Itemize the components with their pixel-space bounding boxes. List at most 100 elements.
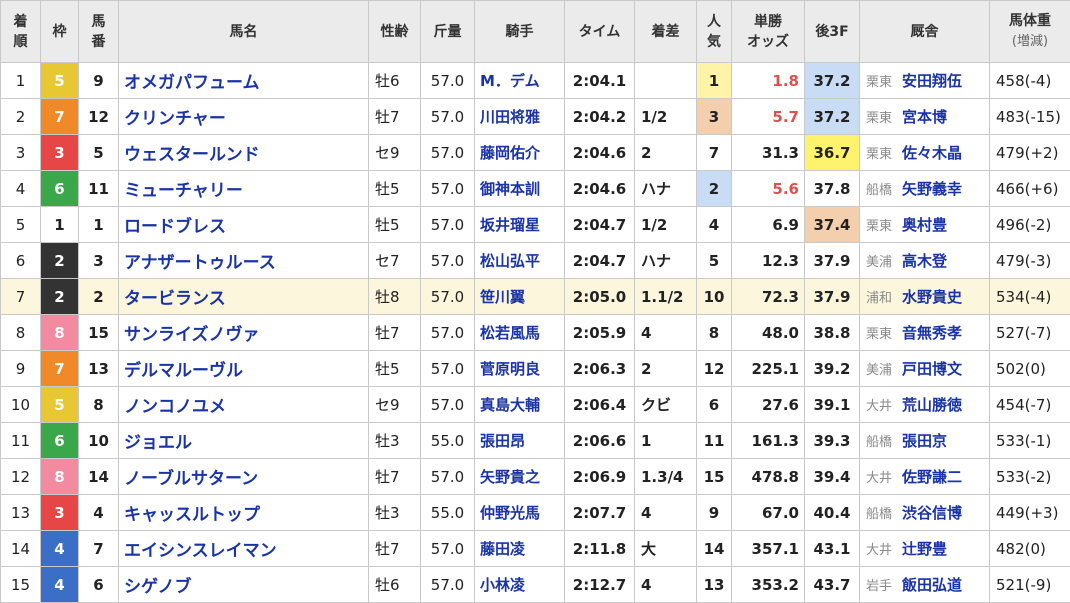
popularity-cell: 11 (697, 423, 732, 459)
horse-name-link[interactable]: ロードブレス (119, 207, 369, 243)
trainer-name-link[interactable]: 音無秀孝 (902, 324, 962, 342)
time-cell: 2:06.9 (565, 459, 635, 495)
jockey-name-link[interactable]: 笹川翼 (475, 279, 565, 315)
header-umaban: 馬番 (79, 1, 119, 63)
margin-cell: 1.3/4 (635, 459, 697, 495)
jockey-name-link[interactable]: 川田将雅 (475, 99, 565, 135)
trainer-name-link[interactable]: 宮本博 (902, 108, 947, 126)
rank-cell: 5 (1, 207, 41, 243)
rank-cell: 13 (1, 495, 41, 531)
rank-cell: 9 (1, 351, 41, 387)
umaban-cell: 1 (79, 207, 119, 243)
time-cell: 2:11.8 (565, 531, 635, 567)
last3f-cell: 37.4 (805, 207, 860, 243)
horse-name-link[interactable]: ノンコノユメ (119, 387, 369, 423)
table-row: 511ロードブレス牡557.0坂井瑠星2:04.71/246.937.4栗東奥村… (1, 207, 1070, 243)
sexage-cell: セ7 (369, 243, 421, 279)
horse-name-link[interactable]: ミューチャリー (119, 171, 369, 207)
waku-cell: 7 (41, 351, 79, 387)
bodyweight-cell: 527(-7) (990, 315, 1070, 351)
umaban-cell: 15 (79, 315, 119, 351)
horse-name-link[interactable]: タービランス (119, 279, 369, 315)
last3f-cell: 37.9 (805, 279, 860, 315)
trainer-name-link[interactable]: 奥村豊 (902, 216, 947, 234)
horse-name-link[interactable]: クリンチャー (119, 99, 369, 135)
weight-cell: 55.0 (421, 495, 475, 531)
trainer-name-link[interactable]: 辻野豊 (902, 540, 947, 558)
weight-cell: 57.0 (421, 99, 475, 135)
umaban-cell: 9 (79, 63, 119, 99)
weight-cell: 57.0 (421, 135, 475, 171)
trainer-name-link[interactable]: 水野貴史 (902, 288, 962, 306)
margin-cell: クビ (635, 387, 697, 423)
horse-name-link[interactable]: アナザートゥルース (119, 243, 369, 279)
header-jockey: 騎手 (475, 1, 565, 63)
popularity-cell: 5 (697, 243, 732, 279)
last3f-cell: 37.2 (805, 99, 860, 135)
sexage-cell: 牡6 (369, 567, 421, 603)
jockey-name-link[interactable]: 藤岡佑介 (475, 135, 565, 171)
popularity-cell: 15 (697, 459, 732, 495)
jockey-name-link[interactable]: 真島大輔 (475, 387, 565, 423)
table-row: 9713デルマルーヴル牡557.0菅原明良2:06.3212225.139.2美… (1, 351, 1070, 387)
jockey-name-link[interactable]: M．デム (475, 63, 565, 99)
stable-region: 大井 (866, 471, 892, 486)
jockey-name-link[interactable]: 松若風馬 (475, 315, 565, 351)
sexage-cell: 牡7 (369, 531, 421, 567)
bodyweight-cell: 521(-9) (990, 567, 1070, 603)
trainer-name-link[interactable]: 飯田弘道 (902, 576, 962, 594)
rank-cell: 2 (1, 99, 41, 135)
last3f-cell: 39.2 (805, 351, 860, 387)
horse-name-link[interactable]: キャッスルトップ (119, 495, 369, 531)
trainer-name-link[interactable]: 荒山勝徳 (902, 396, 962, 414)
popularity-cell: 12 (697, 351, 732, 387)
table-row: 4611ミューチャリー牡557.0御神本訓2:04.6ハナ25.637.8船橋矢… (1, 171, 1070, 207)
rank-cell: 3 (1, 135, 41, 171)
horse-name-link[interactable]: デルマルーヴル (119, 351, 369, 387)
trainer-name-link[interactable]: 高木登 (902, 252, 947, 270)
trainer-name-link[interactable]: 矢野義幸 (902, 180, 962, 198)
popularity-cell: 14 (697, 531, 732, 567)
weight-cell: 57.0 (421, 531, 475, 567)
weight-cell: 57.0 (421, 63, 475, 99)
horse-name-link[interactable]: シゲノブ (119, 567, 369, 603)
jockey-name-link[interactable]: 坂井瑠星 (475, 207, 565, 243)
horse-name-link[interactable]: ジョエル (119, 423, 369, 459)
horse-name-link[interactable]: エイシンスレイマン (119, 531, 369, 567)
stable-region: 栗東 (866, 219, 892, 234)
trainer-name-link[interactable]: 渋谷信博 (902, 504, 962, 522)
time-cell: 2:07.7 (565, 495, 635, 531)
jockey-name-link[interactable]: 小林凌 (475, 567, 565, 603)
trainer-name-link[interactable]: 戸田博文 (902, 360, 962, 378)
waku-cell: 4 (41, 531, 79, 567)
stable-cell: 岩手飯田弘道 (860, 567, 990, 603)
margin-cell: 4 (635, 495, 697, 531)
jockey-name-link[interactable]: 松山弘平 (475, 243, 565, 279)
umaban-cell: 11 (79, 171, 119, 207)
jockey-name-link[interactable]: 菅原明良 (475, 351, 565, 387)
umaban-cell: 5 (79, 135, 119, 171)
trainer-name-link[interactable]: 佐々木晶 (902, 144, 962, 162)
time-cell: 2:06.3 (565, 351, 635, 387)
sexage-cell: 牡7 (369, 315, 421, 351)
last3f-cell: 39.3 (805, 423, 860, 459)
trainer-name-link[interactable]: 佐野謙二 (902, 468, 962, 486)
jockey-name-link[interactable]: 矢野貴之 (475, 459, 565, 495)
waku-cell: 6 (41, 423, 79, 459)
bodyweight-cell: 496(-2) (990, 207, 1070, 243)
jockey-name-link[interactable]: 張田昂 (475, 423, 565, 459)
popularity-cell: 7 (697, 135, 732, 171)
popularity-cell: 1 (697, 63, 732, 99)
jockey-name-link[interactable]: 藤田凌 (475, 531, 565, 567)
trainer-name-link[interactable]: 安田翔伍 (902, 72, 962, 90)
horse-name-link[interactable]: オメガパフューム (119, 63, 369, 99)
horse-name-link[interactable]: サンライズノヴァ (119, 315, 369, 351)
header-popularity: 人気 (697, 1, 732, 63)
horse-name-link[interactable]: ウェスタールンド (119, 135, 369, 171)
jockey-name-link[interactable]: 仲野光馬 (475, 495, 565, 531)
rank-cell: 10 (1, 387, 41, 423)
margin-cell: 1 (635, 423, 697, 459)
jockey-name-link[interactable]: 御神本訓 (475, 171, 565, 207)
horse-name-link[interactable]: ノーブルサターン (119, 459, 369, 495)
trainer-name-link[interactable]: 張田京 (902, 432, 947, 450)
